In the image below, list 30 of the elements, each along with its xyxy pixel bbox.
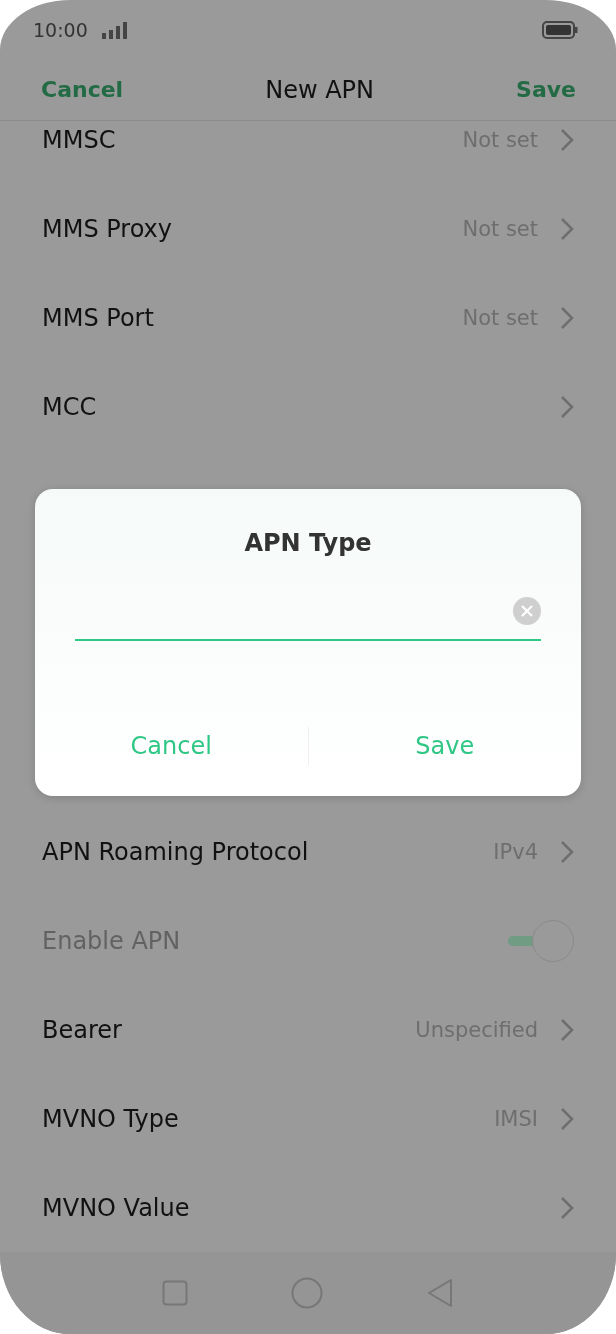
cancel-button[interactable]: Cancel bbox=[41, 77, 124, 102]
save-button[interactable]: Save bbox=[308, 731, 581, 761]
chevron-right-icon[interactable] bbox=[560, 305, 574, 330]
setting-label: MVNO Value bbox=[42, 1193, 190, 1222]
chevron-right-icon[interactable] bbox=[560, 1106, 574, 1131]
chevron-right-icon[interactable] bbox=[560, 839, 574, 864]
battery-icon bbox=[542, 19, 578, 40]
chevron-right-icon[interactable] bbox=[560, 394, 574, 419]
setting-label: Bearer bbox=[42, 1015, 122, 1044]
save-button[interactable]: Save bbox=[516, 77, 576, 102]
chevron-right-icon[interactable] bbox=[560, 1195, 574, 1220]
setting-label: MVNO Type bbox=[42, 1104, 179, 1133]
setting-label: MMS Proxy bbox=[42, 214, 173, 243]
chevron-right-icon[interactable] bbox=[560, 216, 574, 241]
signal-icon bbox=[101, 20, 128, 39]
chevron-right-icon[interactable] bbox=[560, 1017, 574, 1042]
status-time: 10:00 bbox=[33, 18, 88, 41]
setting-label: MMS Port bbox=[42, 303, 154, 332]
setting-label: MMSC bbox=[42, 125, 116, 154]
clear-icon[interactable] bbox=[513, 597, 541, 625]
cancel-button[interactable]: Cancel bbox=[35, 731, 308, 761]
home-icon[interactable] bbox=[291, 1277, 323, 1309]
page-title: New APN bbox=[265, 75, 374, 104]
chevron-right-icon[interactable] bbox=[560, 127, 574, 152]
recents-icon[interactable] bbox=[161, 1280, 188, 1306]
back-icon[interactable] bbox=[426, 1278, 455, 1308]
dialog-title: APN Type bbox=[244, 529, 372, 557]
setting-label: MCC bbox=[42, 392, 97, 421]
setting-label: APN Roaming Protocol bbox=[42, 837, 309, 866]
setting-label: Enable APN bbox=[42, 926, 181, 955]
